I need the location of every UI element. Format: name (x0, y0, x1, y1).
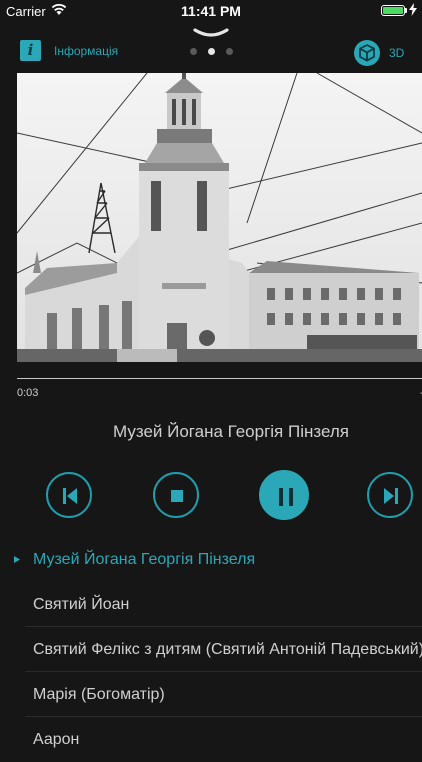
playlist-item-active[interactable]: Музей Йогана Георгія Пінзеля (0, 537, 422, 582)
now-playing-icon (14, 556, 20, 563)
page-indicator[interactable] (190, 48, 234, 56)
playlist-item[interactable]: Святий Йоан (0, 582, 422, 627)
church-illustration (17, 73, 422, 362)
playlist: Музей Йогана Георгія Пінзеля Святий Йоан… (0, 537, 422, 762)
skip-previous-icon (63, 488, 77, 504)
pause-icon (279, 488, 293, 506)
playlist-item[interactable]: Святий Фелікс з дитям (Святий Антоній Па… (0, 627, 422, 672)
page-dot-active[interactable] (208, 48, 215, 55)
cube-icon (359, 44, 375, 62)
previous-button[interactable] (46, 472, 92, 518)
stop-button[interactable] (153, 472, 199, 518)
elapsed-time: 0:03 (17, 387, 39, 399)
exhibit-photo (17, 73, 422, 362)
page-dot[interactable] (226, 48, 233, 55)
battery-icon (381, 5, 405, 16)
charging-icon (409, 3, 417, 16)
playlist-item-label: Музей Йогана Георгія Пінзеля (33, 551, 256, 568)
status-bar: Carrier 11:41 PM (0, 0, 422, 22)
3d-button[interactable] (354, 40, 380, 66)
playlist-item-label: Святий Фелікс з дитям (Святий Антоній Па… (33, 641, 422, 658)
playlist-item-label: Марія (Богоматір) (33, 686, 165, 703)
page-dot[interactable] (190, 48, 197, 55)
playlist-item[interactable]: Марія (Богоматір) (0, 672, 422, 717)
progress-track[interactable] (17, 378, 422, 379)
chevron-down-icon[interactable] (193, 28, 229, 40)
skip-next-icon (384, 488, 398, 504)
info-button-label[interactable]: Інформація (54, 44, 118, 58)
info-icon[interactable]: i (20, 40, 41, 61)
track-title: Музей Йогана Георгія Пінзеля (113, 422, 349, 441)
playlist-item-label: Святий Йоан (33, 596, 130, 613)
3d-label[interactable]: 3D (389, 46, 404, 60)
stop-icon (171, 490, 183, 502)
playlist-item-label: Аарон (33, 731, 80, 748)
battery-tip (405, 8, 407, 13)
pause-button[interactable] (259, 470, 309, 520)
battery-fill (383, 7, 403, 14)
next-button[interactable] (367, 472, 413, 518)
clock: 11:41 PM (181, 3, 241, 19)
playlist-item[interactable]: Аарон (0, 717, 422, 762)
